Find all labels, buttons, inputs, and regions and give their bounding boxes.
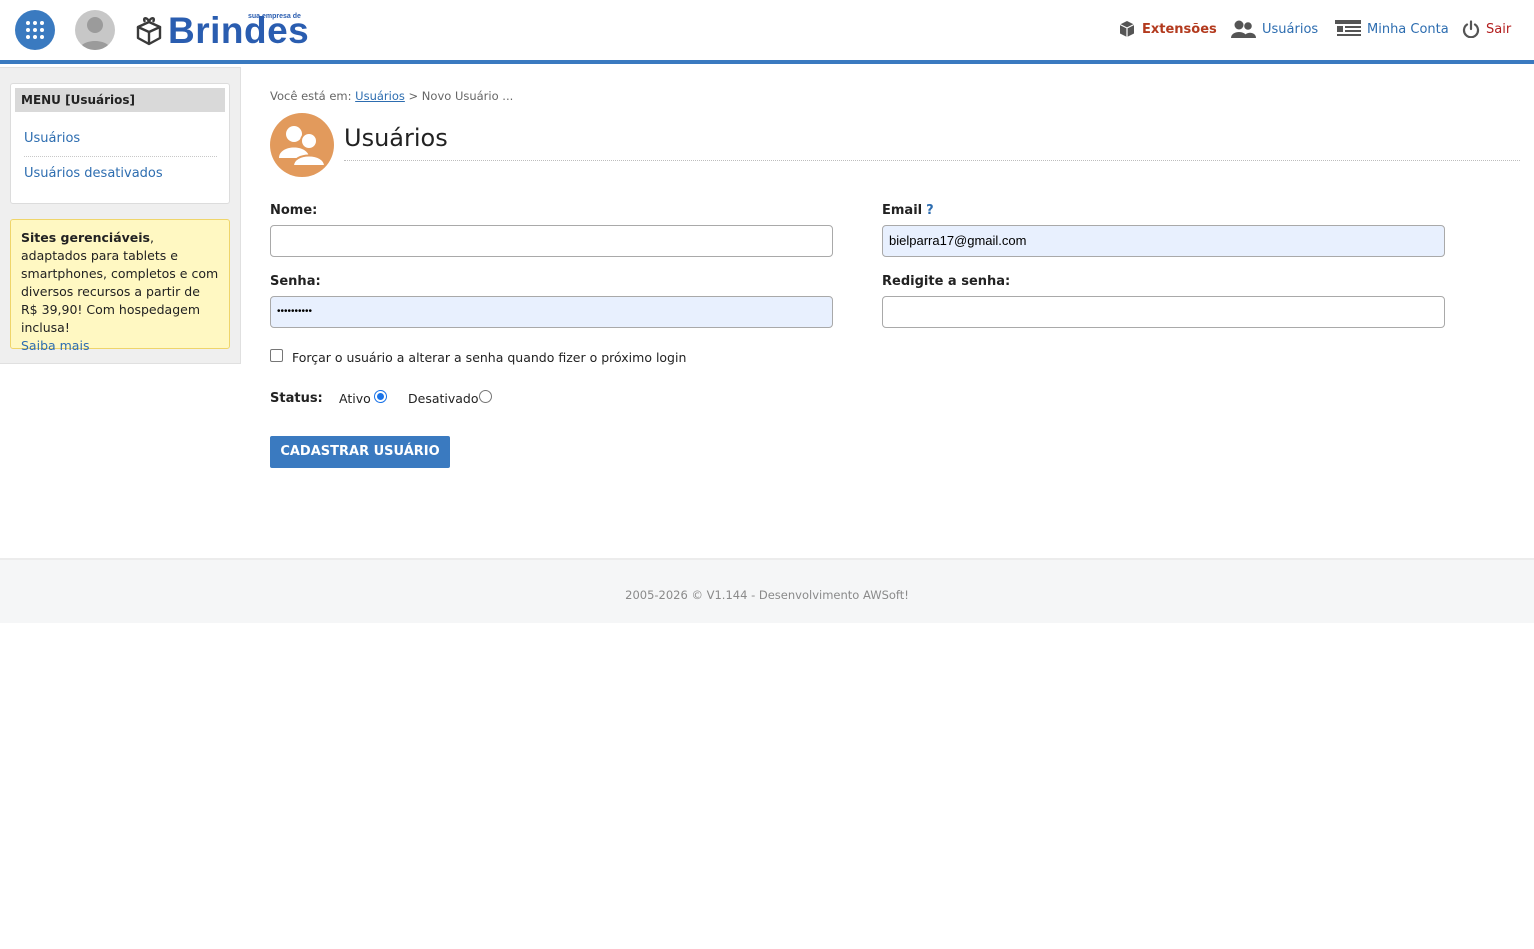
nav-extensoes-label: Extensões bbox=[1142, 21, 1217, 37]
cube-icon bbox=[1119, 21, 1135, 37]
breadcrumb: Você está em: Usuários > Novo Usuário ..… bbox=[270, 89, 513, 103]
sidebar-menu-title: MENU [Usuários] bbox=[15, 88, 225, 112]
breadcrumb-current: > Novo Usuário ... bbox=[408, 89, 514, 103]
breadcrumb-prefix: Você está em: bbox=[270, 89, 352, 103]
cadastrar-usuario-button[interactable]: CADASTRAR USUÁRIO bbox=[270, 436, 450, 468]
email-label: Email bbox=[882, 203, 923, 218]
promo-saiba-mais-link[interactable]: Saiba mais bbox=[21, 338, 89, 353]
nav-minha-conta-label: Minha Conta bbox=[1367, 21, 1449, 37]
grid-icon bbox=[26, 21, 44, 39]
footer-text: 2005-2026 © V1.144 - Desenvolvimento AWS… bbox=[625, 588, 909, 602]
nav-usuarios[interactable]: Usuários bbox=[1230, 18, 1318, 40]
force-password-change-checkbox[interactable] bbox=[270, 349, 283, 362]
password-field[interactable]: •••••••••• bbox=[270, 296, 833, 328]
logo-wordmark: Brindes bbox=[168, 10, 310, 51]
status-label: Status: bbox=[270, 391, 323, 406]
users-icon bbox=[1231, 20, 1256, 38]
sidebar-item-usuarios-desativados[interactable]: Usuários desativados bbox=[24, 166, 217, 181]
header-accent-bar bbox=[0, 60, 1534, 64]
promo-box: Sites gerenciáveis, adaptados para table… bbox=[10, 219, 230, 353]
nav-extensoes[interactable]: Extensões bbox=[1118, 18, 1217, 40]
promo-text: , adaptados para tablets e smartphones, … bbox=[21, 230, 219, 335]
status-desativado-label: Desativado bbox=[408, 391, 479, 406]
sidebar-item-usuarios[interactable]: Usuários bbox=[24, 131, 217, 157]
top-header: sua empresa de Brindes Extensões Usuário… bbox=[0, 0, 1534, 60]
breadcrumb-link-usuarios[interactable]: Usuários bbox=[355, 89, 405, 103]
email-help-link[interactable]: ? bbox=[926, 203, 934, 218]
sidebar-menu: MENU [Usuários] Usuários Usuários desati… bbox=[10, 83, 230, 204]
user-avatar-icon bbox=[79, 17, 111, 50]
nav-sair-label: Sair bbox=[1486, 21, 1512, 37]
email-field[interactable]: bielparra17@gmail.com bbox=[882, 225, 1445, 257]
force-password-change-label: Forçar o usuário a alterar a senha quand… bbox=[292, 350, 687, 365]
senha-label: Senha: bbox=[270, 274, 321, 289]
power-icon bbox=[1462, 20, 1480, 38]
nav-usuarios-label: Usuários bbox=[1262, 21, 1319, 37]
page-title: Usuários bbox=[344, 124, 448, 152]
confirm-password-field[interactable] bbox=[882, 296, 1445, 328]
status-ativo-label: Ativo bbox=[339, 391, 371, 406]
nome-field[interactable] bbox=[270, 225, 833, 257]
footer: 2005-2026 © V1.144 - Desenvolvimento AWS… bbox=[0, 558, 1534, 623]
apps-menu-button[interactable] bbox=[15, 10, 55, 50]
avatar[interactable] bbox=[75, 10, 115, 50]
account-list-icon bbox=[1335, 20, 1361, 36]
email-label-group: Email? bbox=[882, 203, 934, 218]
nav-sair[interactable]: Sair bbox=[1462, 18, 1511, 40]
page-icon bbox=[270, 113, 334, 177]
sidebar: MENU [Usuários] Usuários Usuários desati… bbox=[0, 67, 241, 364]
users-icon bbox=[279, 126, 325, 166]
promo-headline: Sites gerenciáveis bbox=[21, 230, 150, 245]
nav-minha-conta[interactable]: Minha Conta bbox=[1335, 18, 1449, 40]
status-ativo-radio[interactable] bbox=[374, 390, 387, 403]
logo[interactable]: sua empresa de Brindes bbox=[134, 12, 319, 50]
redigite-senha-label: Redigite a senha: bbox=[882, 274, 1011, 289]
status-desativado-radio[interactable] bbox=[479, 390, 492, 403]
nome-label: Nome: bbox=[270, 203, 318, 218]
gift-box-icon bbox=[136, 17, 162, 46]
title-divider bbox=[344, 160, 1520, 161]
